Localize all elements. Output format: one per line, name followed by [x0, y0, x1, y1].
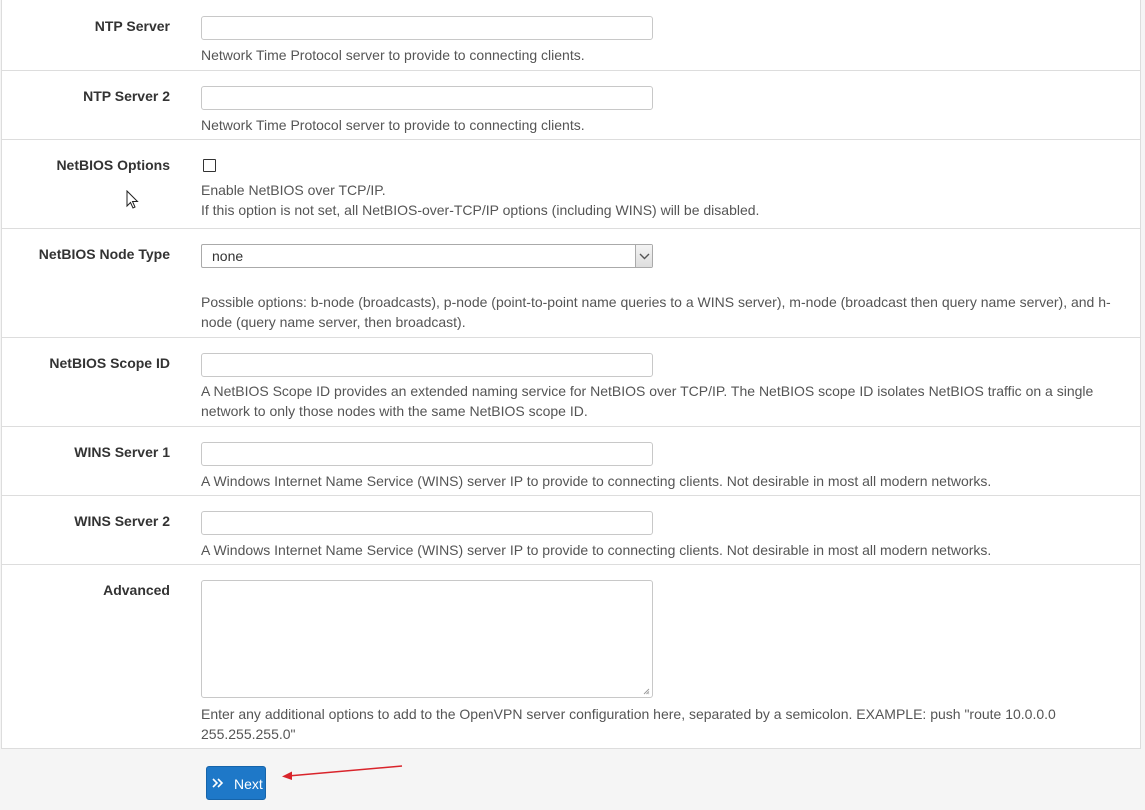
row-advanced: Advanced Enter any additional options to… — [2, 564, 1140, 749]
netbios-node-type-label: NetBIOS Node Type — [38, 246, 170, 262]
netbios-options-help-1: Enable NetBIOS over TCP/IP. — [201, 182, 386, 198]
advanced-help: Enter any additional options to add to t… — [201, 706, 1056, 742]
ntp-server-2-help: Network Time Protocol server to provide … — [201, 117, 585, 133]
ntp-server-input[interactable] — [201, 16, 653, 40]
netbios-options-help-2: If this option is not set, all NetBIOS-o… — [201, 202, 760, 218]
annotation-arrow-icon — [282, 765, 403, 780]
next-button-label: Next — [234, 776, 263, 792]
wins-server-1-help: A Windows Internet Name Service (WINS) s… — [201, 473, 992, 489]
wins-server-2-help: A Windows Internet Name Service (WINS) s… — [201, 542, 992, 558]
row-ntp-server-2: NTP Server 2 Network Time Protocol serve… — [2, 70, 1140, 139]
ntp-server-2-input[interactable] — [201, 86, 653, 110]
netbios-scope-id-help: A NetBIOS Scope ID provides an extended … — [201, 383, 1094, 419]
ntp-server-2-label: NTP Server 2 — [83, 88, 170, 104]
resize-grip-icon[interactable] — [642, 687, 650, 695]
row-wins-server-1: WINS Server 1 A Windows Internet Name Se… — [2, 426, 1140, 495]
netbios-node-type-select[interactable]: none — [201, 244, 653, 268]
ntp-server-help: Network Time Protocol server to provide … — [201, 47, 585, 63]
netbios-scope-id-input[interactable] — [201, 353, 653, 377]
next-button[interactable]: Next — [206, 766, 266, 800]
row-ntp-server: NTP Server Network Time Protocol server … — [2, 0, 1140, 70]
wins-server-1-input[interactable] — [201, 442, 653, 466]
netbios-node-type-value: none — [212, 248, 244, 264]
netbios-enable-checkbox[interactable] — [203, 159, 216, 172]
mouse-cursor-icon — [126, 190, 139, 209]
wins-server-2-label: WINS Server 2 — [74, 513, 170, 529]
advanced-label: Advanced — [103, 582, 170, 598]
chevron-down-icon — [639, 253, 650, 260]
wins-server-2-input[interactable] — [201, 511, 653, 535]
row-wins-server-2: WINS Server 2 A Windows Internet Name Se… — [2, 495, 1140, 564]
wins-server-1-label: WINS Server 1 — [74, 444, 170, 460]
form-panel: NTP Server Network Time Protocol server … — [1, 0, 1141, 749]
row-netbios-options: NetBIOS Options Enable NetBIOS over TCP/… — [2, 139, 1140, 228]
netbios-node-type-help: Possible options: b-node (broadcasts), p… — [201, 294, 1111, 330]
ntp-server-label: NTP Server — [94, 18, 170, 34]
row-netbios-scope-id: NetBIOS Scope ID A NetBIOS Scope ID prov… — [2, 337, 1140, 426]
row-netbios-node-type: NetBIOS Node Type none Possible options:… — [2, 228, 1140, 337]
netbios-scope-id-label: NetBIOS Scope ID — [49, 355, 170, 371]
double-chevron-right-icon — [211, 776, 225, 793]
netbios-options-label: NetBIOS Options — [56, 157, 170, 173]
advanced-textarea[interactable] — [201, 580, 653, 698]
select-arrow-icon[interactable] — [635, 245, 652, 267]
